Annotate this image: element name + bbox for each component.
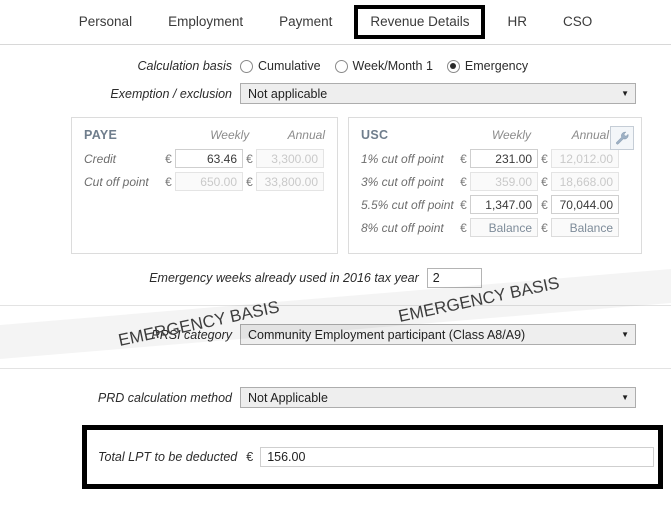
section-divider-2	[0, 368, 671, 369]
prd-method-row: PRD calculation method Not Applicable ▼	[0, 387, 671, 408]
euro-sign: €	[541, 174, 548, 189]
prd-method-value: Not Applicable	[248, 390, 328, 405]
prsi-category-value: Community Employment participant (Class …	[248, 327, 526, 342]
total-lpt-label: Total LPT to be deducted	[98, 450, 238, 464]
paye-panel-header: PAYE Weekly Annual	[84, 128, 325, 142]
usc-column-annual: Annual	[571, 128, 609, 142]
radio-cumulative-label: Cumulative	[258, 59, 321, 73]
emergency-weeks-label: Emergency weeks already used in 2016 tax…	[149, 271, 419, 285]
prd-method-label: PRD calculation method	[97, 390, 232, 405]
tab-revenue-details[interactable]: Revenue Details	[354, 5, 486, 39]
usc-8pct-row: 8% cut off point € Balance € Balance	[361, 218, 629, 237]
paye-credit-label: Credit	[84, 151, 117, 166]
usc-1pct-weekly-input[interactable]: 231.00	[470, 149, 538, 168]
exemption-value: Not applicable	[248, 86, 328, 101]
radio-week-month-1[interactable]: Week/Month 1	[334, 59, 433, 73]
usc-1pct-label: 1% cut off point	[361, 151, 444, 166]
chevron-down-icon: ▼	[621, 392, 629, 402]
paye-cutoff-weekly-input[interactable]: 650.00	[175, 172, 243, 191]
paye-panel-title: PAYE	[84, 128, 118, 142]
usc-column-weekly: Weekly	[491, 128, 531, 142]
tab-personal[interactable]: Personal	[61, 7, 150, 37]
chevron-down-icon: ▼	[621, 329, 629, 339]
radio-cumulative[interactable]: Cumulative	[240, 59, 321, 73]
tax-panels: PAYE Weekly Annual Credit € 63.46 € 3,30…	[0, 117, 671, 359]
euro-sign: €	[165, 151, 172, 166]
radio-cumulative-icon	[240, 59, 253, 73]
prsi-category-row: PRSI category Community Employment parti…	[0, 324, 671, 345]
usc-55pct-annual-input[interactable]: 70,044.00	[551, 195, 619, 214]
total-lpt-highlight-box: Total LPT to be deducted € 156.00	[82, 425, 663, 489]
calculation-basis-radio-group: Cumulative Week/Month 1 Emergency	[240, 59, 528, 73]
paye-panel: PAYE Weekly Annual Credit € 63.46 € 3,30…	[71, 117, 338, 254]
total-lpt-row: Total LPT to be deducted € 156.00	[87, 430, 658, 467]
usc-3pct-annual-input[interactable]: 18,668.00	[551, 172, 619, 191]
euro-sign: €	[460, 151, 467, 166]
wrench-glyph	[615, 131, 628, 144]
usc-panel: USC Weekly Annual 1% cut off point € 231…	[348, 117, 642, 254]
usc-55pct-weekly-input[interactable]: 1,347.00	[470, 195, 538, 214]
usc-1pct-row: 1% cut off point € 231.00 € 12,012.00	[361, 149, 629, 168]
euro-sign: €	[460, 197, 467, 212]
euro-sign: €	[541, 220, 548, 235]
euro-sign: €	[460, 174, 467, 189]
tab-employment[interactable]: Employment	[150, 7, 261, 37]
calculation-basis-label: Calculation basis	[137, 59, 233, 73]
euro-sign: €	[246, 151, 253, 166]
euro-sign: €	[246, 450, 254, 464]
paye-credit-weekly-input[interactable]: 63.46	[175, 149, 243, 168]
emergency-weeks-row: Emergency weeks already used in 2016 tax…	[0, 268, 671, 288]
euro-sign: €	[165, 174, 172, 189]
paye-credit-annual-input[interactable]: 3,300.00	[256, 149, 324, 168]
exemption-select[interactable]: Not applicable ▼	[240, 83, 636, 104]
radio-emergency[interactable]: Emergency	[446, 59, 529, 73]
paye-column-annual: Annual	[287, 128, 325, 142]
section-divider-1	[0, 305, 671, 306]
emergency-weeks-input[interactable]: 2	[426, 268, 482, 288]
usc-panel-title: USC	[361, 128, 389, 142]
wrench-icon[interactable]	[610, 126, 634, 150]
usc-1pct-annual-input[interactable]: 12,012.00	[551, 149, 619, 168]
tab-hr[interactable]: HR	[489, 7, 545, 37]
prd-method-select[interactable]: Not Applicable ▼	[240, 387, 636, 408]
paye-cutoff-annual-input[interactable]: 33,800.00	[256, 172, 324, 191]
radio-week-month-1-icon	[334, 59, 348, 73]
paye-cutoff-label: Cut off point	[84, 174, 149, 189]
usc-55pct-row: 5.5% cut off point € 1,347.00 € 70,044.0…	[361, 195, 629, 214]
tab-payment[interactable]: Payment	[261, 7, 350, 37]
calculation-basis-row: Calculation basis Cumulative Week/Month …	[0, 59, 671, 73]
euro-sign: €	[541, 197, 548, 212]
chevron-down-icon: ▼	[621, 88, 629, 98]
usc-3pct-label: 3% cut off point	[361, 174, 444, 189]
paye-credit-row: Credit € 63.46 € 3,300.00	[84, 149, 325, 168]
radio-week-month-1-label: Week/Month 1	[352, 59, 433, 73]
exemption-label: Exemption / exclusion	[110, 86, 232, 101]
prsi-category-select[interactable]: Community Employment participant (Class …	[240, 324, 636, 345]
paye-column-weekly: Weekly	[210, 128, 250, 142]
usc-8pct-label: 8% cut off point	[361, 220, 444, 235]
usc-8pct-annual-input[interactable]: Balance	[551, 218, 619, 237]
usc-3pct-row: 3% cut off point € 359.00 € 18,668.00	[361, 172, 629, 191]
usc-panel-header: USC Weekly Annual	[361, 128, 629, 142]
tab-cso[interactable]: CSO	[545, 7, 610, 37]
radio-emergency-icon	[446, 59, 460, 73]
usc-55pct-label: 5.5% cut off point	[361, 197, 454, 212]
exemption-row: Exemption / exclusion Not applicable ▼	[0, 83, 671, 104]
usc-3pct-weekly-input[interactable]: 359.00	[470, 172, 538, 191]
euro-sign: €	[541, 151, 548, 166]
usc-8pct-weekly-input[interactable]: Balance	[470, 218, 538, 237]
euro-sign: €	[246, 174, 253, 189]
euro-sign: €	[460, 220, 467, 235]
paye-cutoff-row: Cut off point € 650.00 € 33,800.00	[84, 172, 325, 191]
prsi-category-label: PRSI category	[151, 327, 232, 342]
radio-emergency-label: Emergency	[464, 59, 529, 73]
total-lpt-input[interactable]: 156.00	[260, 447, 655, 467]
tab-bar: Personal Employment Payment Revenue Deta…	[0, 0, 671, 45]
